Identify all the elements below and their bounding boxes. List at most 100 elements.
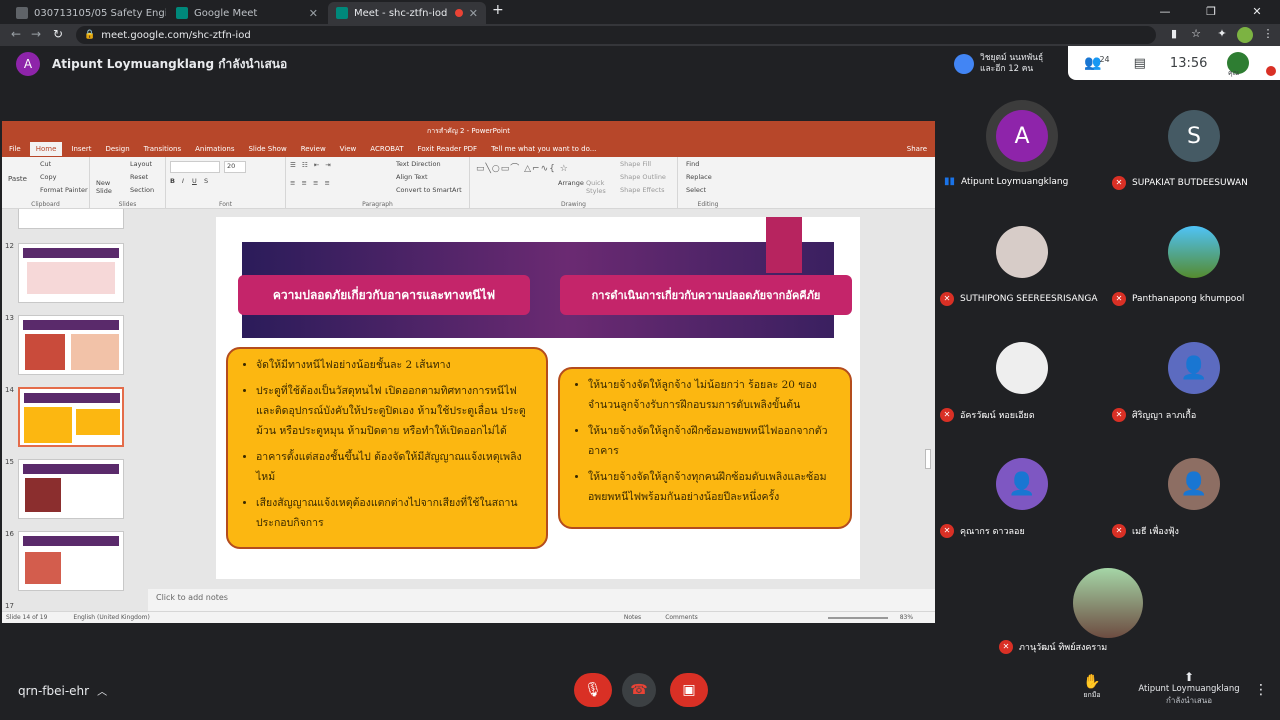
close-icon[interactable]: ✕ bbox=[469, 7, 478, 20]
reset-button[interactable]: Reset bbox=[130, 173, 148, 181]
lock-icon: 🔒 bbox=[84, 30, 96, 40]
cut-button[interactable]: Cut bbox=[40, 160, 51, 168]
participant-tile[interactable]: A ▮▮ Atipunt Loymuangklang bbox=[936, 100, 1108, 210]
participant-tile[interactable]: ✕ ภานุวัฒน์ ทิพย์สงคราม bbox=[993, 546, 1227, 660]
camera-icon[interactable]: ▮ bbox=[1166, 27, 1182, 40]
italic-button[interactable]: I bbox=[182, 177, 184, 185]
ribbon-tab-transitions[interactable]: Transitions bbox=[144, 145, 182, 153]
ribbon-tab-view[interactable]: View bbox=[340, 145, 357, 153]
tell-me-box[interactable]: Tell me what you want to do... bbox=[491, 145, 596, 153]
self-label: คุณ bbox=[1228, 69, 1240, 77]
arrange-button[interactable]: Arrange bbox=[558, 179, 584, 187]
camera-toggle-button[interactable]: ▣ bbox=[670, 673, 708, 707]
slide-thumbnail-16[interactable] bbox=[18, 531, 124, 591]
participant-tile[interactable]: 👤 ✕ คุณากร ดาวลอย bbox=[936, 448, 1108, 558]
leave-call-button[interactable]: ☎ bbox=[622, 673, 656, 707]
close-icon[interactable]: ✕ bbox=[309, 7, 318, 20]
underline-button[interactable]: U bbox=[192, 177, 197, 185]
participant-name-row: ✕ อัครวัฒน์ หอยเอียด bbox=[940, 408, 1035, 422]
text-direction-button[interactable]: Text Direction bbox=[396, 160, 441, 168]
ribbon-tab-file[interactable]: File bbox=[9, 145, 21, 153]
ribbon-tab-home[interactable]: Home bbox=[29, 142, 63, 156]
participant-tile[interactable]: 👤 ✕ ศิริญญา ลาภเกื้อ bbox=[1108, 332, 1280, 442]
convert-smartart-button[interactable]: Convert to SmartArt bbox=[396, 186, 462, 194]
slide-thumbnail-13[interactable] bbox=[18, 315, 124, 375]
heading-fire-safety: การดำเนินการเกี่ยวกับความปลอดภัยจากอัคคี… bbox=[560, 275, 852, 315]
meeting-details-button[interactable]: qrn-fbei-ehr ︿ bbox=[18, 683, 107, 699]
menu-icon[interactable]: ⋮ bbox=[1260, 27, 1276, 40]
align-buttons[interactable]: ≡ ≡ ≡ ≡ bbox=[290, 179, 332, 187]
slide-scrollbar[interactable] bbox=[923, 209, 933, 589]
participant-name: Atipunt Loymuangklang bbox=[961, 176, 1069, 187]
browser-tab-meet-active[interactable]: Meet - shc-ztfn-iod ✕ bbox=[328, 2, 486, 24]
ribbon-tab-foxit[interactable]: Foxit Reader PDF bbox=[418, 145, 478, 153]
participant-tile[interactable]: ✕ Panthanapong khumpool bbox=[1108, 216, 1280, 326]
new-tab-button[interactable]: + bbox=[492, 2, 504, 18]
layout-button[interactable]: Layout bbox=[130, 160, 152, 168]
presenting-button[interactable]: ⬆ Atipunt Loymuangklang กำลังนำเสนอ bbox=[1136, 670, 1242, 707]
zoom-level[interactable]: 83% bbox=[900, 614, 913, 621]
slide-thumbnail-15[interactable] bbox=[18, 459, 124, 519]
raise-hand-button[interactable]: ✋ ยกมือ bbox=[1072, 674, 1112, 701]
reload-button[interactable]: ↻ bbox=[50, 27, 66, 41]
address-bar[interactable]: 🔒 meet.google.com/shc-ztfn-iod bbox=[76, 26, 1156, 44]
list-buttons[interactable]: ☰ ☷ ⇤ ⇥ bbox=[290, 161, 333, 169]
shape-effects-button[interactable]: Shape Effects bbox=[620, 186, 665, 194]
ribbon-tab-animations[interactable]: Animations bbox=[195, 145, 234, 153]
notes-toggle[interactable]: Notes bbox=[624, 614, 641, 621]
comments-toggle[interactable]: Comments bbox=[665, 614, 698, 621]
quick-styles-button[interactable]: Quick Styles bbox=[586, 179, 610, 195]
bold-button[interactable]: B bbox=[170, 177, 175, 185]
replace-button[interactable]: Replace bbox=[686, 173, 712, 181]
ribbon-tab-insert[interactable]: Insert bbox=[71, 145, 91, 153]
meet-icon bbox=[176, 7, 188, 19]
browser-tab-safety[interactable]: 030713105/05 Safety Engineerin ✕ bbox=[8, 2, 166, 24]
participant-tile[interactable]: ✕ อัครวัฒน์ หอยเอียด bbox=[936, 332, 1108, 442]
shape-outline-button[interactable]: Shape Outline bbox=[620, 173, 666, 181]
ribbon-tab-review[interactable]: Review bbox=[301, 145, 326, 153]
format-painter-button[interactable]: Format Painter bbox=[40, 186, 88, 194]
browser-tab-google-meet[interactable]: Google Meet ✕ bbox=[168, 2, 326, 24]
extensions-icon[interactable]: ✦ bbox=[1214, 27, 1230, 40]
select-button[interactable]: Select bbox=[686, 186, 706, 194]
participant-tile[interactable]: S ✕ SUPAKIAT BUTDEESUWAN bbox=[1108, 100, 1280, 210]
forward-button[interactable]: → bbox=[28, 27, 44, 41]
zoom-slider[interactable] bbox=[827, 616, 888, 619]
thumb-number: 17 bbox=[5, 602, 14, 610]
ribbon-tab-slide-show[interactable]: Slide Show bbox=[248, 145, 286, 153]
back-button[interactable]: ← bbox=[8, 27, 24, 41]
profile-avatar[interactable] bbox=[1237, 27, 1253, 43]
share-button[interactable]: Share bbox=[907, 145, 927, 153]
ribbon-tab-acrobat[interactable]: ACROBAT bbox=[370, 145, 403, 153]
right-content-box: ให้นายจ้างจัดให้ลูกจ้าง ไม่น้อยกว่า ร้อย… bbox=[558, 367, 852, 529]
align-text-button[interactable]: Align Text bbox=[396, 173, 428, 181]
people-summary[interactable]: วิชยุตม์ นนทพันธุ์ และอีก 12 คน bbox=[954, 50, 1064, 78]
notes-pane[interactable]: Click to add notes bbox=[148, 589, 935, 611]
meeting-code: qrn-fbei-ehr bbox=[18, 683, 90, 698]
paste-button[interactable]: Paste bbox=[8, 175, 27, 183]
more-options-icon[interactable]: ⋮ bbox=[1254, 682, 1268, 698]
shape-fill-button[interactable]: Shape Fill bbox=[620, 160, 651, 168]
participant-count: 24 bbox=[1099, 54, 1110, 64]
copy-button[interactable]: Copy bbox=[40, 173, 57, 181]
strikethrough-button[interactable]: S bbox=[204, 177, 208, 185]
meet-icon bbox=[336, 7, 348, 19]
minimize-button[interactable]: — bbox=[1142, 0, 1188, 22]
find-button[interactable]: Find bbox=[686, 160, 699, 168]
slide-thumbnail-12[interactable] bbox=[18, 243, 124, 303]
section-button[interactable]: Section bbox=[130, 186, 154, 194]
participant-tile[interactable]: 👤 ✕ เมธี เพื่องฟุ้ง bbox=[1108, 448, 1280, 558]
shapes-gallery[interactable]: ▭╲○▭⌒ △⌐∿{ ☆ bbox=[476, 161, 569, 174]
chat-icon[interactable]: ▤ bbox=[1134, 56, 1146, 71]
mic-toggle-button[interactable]: 🎙 bbox=[574, 673, 612, 707]
new-slide-button[interactable]: New Slide bbox=[96, 179, 118, 195]
font-size-select[interactable]: 20 bbox=[224, 161, 246, 173]
bookmark-star-icon[interactable]: ☆ bbox=[1188, 27, 1204, 40]
slide-thumbnail-14-selected[interactable] bbox=[18, 387, 124, 447]
font-family-select[interactable] bbox=[170, 161, 220, 173]
window-close-button[interactable]: ✕ bbox=[1234, 0, 1280, 22]
slide-thumbnail-11[interactable] bbox=[18, 209, 124, 229]
maximize-button[interactable]: ❐ bbox=[1188, 0, 1234, 22]
ribbon-tab-design[interactable]: Design bbox=[105, 145, 129, 153]
participant-tile[interactable]: ✕ SUTHIPONG SEEREESRISANGA bbox=[936, 216, 1108, 326]
